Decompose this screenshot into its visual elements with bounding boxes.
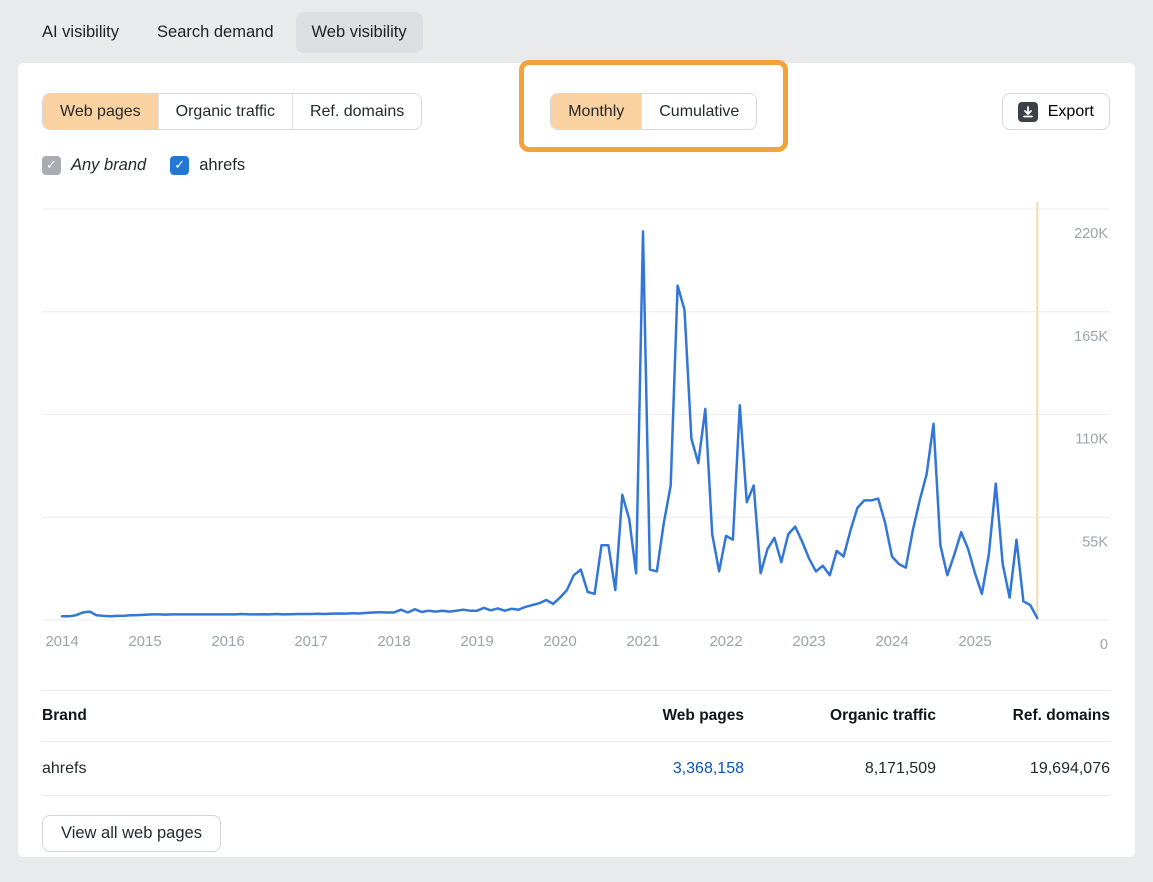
x-axis-tick-label: 2018 [377, 633, 410, 650]
checkbox-icon[interactable]: ✓ [170, 156, 189, 175]
filter-label: ahrefs [199, 156, 245, 175]
top-tab-bar: AI visibilitySearch demandWeb visibility [0, 0, 1153, 63]
x-axis-tick-label: 2017 [294, 633, 327, 650]
filter-ahrefs[interactable]: ✓ ahrefs [170, 156, 245, 175]
mode-segmented-control: MonthlyCumulative [550, 93, 757, 130]
top-tab-search-demand[interactable]: Search demand [141, 12, 290, 53]
x-axis-tick-label: 2020 [543, 633, 576, 650]
download-icon [1018, 102, 1038, 122]
top-tab-web-visibility[interactable]: Web visibility [296, 12, 423, 53]
web-pages-chart: 220K 165K 110K 55K 0 2014 2015 2016 2017 2018 2019… [42, 197, 1110, 662]
export-button[interactable]: Export [1002, 93, 1110, 130]
column-header-organic-traffic: Organic traffic [744, 691, 936, 742]
top-tab-ai-visibility[interactable]: AI visibility [26, 12, 135, 53]
filter-label: Any brand [71, 156, 146, 175]
y-axis-tick-label: 110K [1075, 432, 1108, 448]
view-all-web-pages-button[interactable]: View all web pages [42, 815, 221, 852]
export-label: Export [1048, 103, 1094, 121]
column-header-web-pages: Web pages [559, 691, 744, 742]
segment-monthly[interactable]: Monthly [551, 94, 641, 129]
column-header-ref-domains: Ref. domains [936, 691, 1110, 742]
x-axis-tick-label: 2015 [128, 633, 161, 650]
column-header-brand: Brand [42, 691, 559, 742]
metric-segmented-control: Web pagesOrganic trafficRef. domains [42, 93, 422, 130]
segment-cumulative[interactable]: Cumulative [641, 94, 756, 129]
table-header-row: BrandWeb pagesOrganic trafficRef. domain… [42, 691, 1110, 742]
x-axis-tick-label: 2014 [45, 633, 78, 650]
x-axis-tick-label: 2019 [460, 633, 493, 650]
y-axis-tick-label: 0 [1100, 637, 1108, 653]
web-pages-trend-line [62, 231, 1037, 618]
ref-domains-cell: 19,694,076 [936, 742, 1110, 796]
x-axis-tick-label: 2016 [211, 633, 244, 650]
organic-traffic-cell: 8,171,509 [744, 742, 936, 796]
x-axis-tick-label: 2023 [792, 633, 825, 650]
web-pages-count-link[interactable]: 3,368,158 [673, 760, 744, 777]
x-axis-tick-label: 2025 [958, 633, 991, 650]
web-pages-cell: 3,368,158 [559, 742, 744, 796]
x-axis-tick-label: 2022 [709, 633, 742, 650]
segment-web-pages[interactable]: Web pages [43, 94, 158, 129]
filter-any-brand[interactable]: ✓ Any brand [42, 156, 146, 175]
brand-stats-table: BrandWeb pagesOrganic trafficRef. domain… [42, 690, 1110, 796]
chart-controls-row: Web pagesOrganic trafficRef. domains Mon… [42, 93, 1110, 130]
mode-toggle-wrap: MonthlyCumulative [550, 93, 757, 130]
y-axis-tick-label: 55K [1082, 534, 1108, 550]
brand-cell: ahrefs [42, 742, 559, 796]
checkbox-icon[interactable]: ✓ [42, 156, 61, 175]
y-axis-tick-label: 165K [1074, 329, 1108, 345]
segment-organic-traffic[interactable]: Organic traffic [158, 94, 292, 129]
x-axis-tick-label: 2021 [626, 633, 659, 650]
x-axis-tick-label: 2024 [875, 633, 908, 650]
table-row: ahrefs 3,368,1588,171,50919,694,076 [42, 742, 1110, 796]
segment-ref-domains[interactable]: Ref. domains [292, 94, 421, 129]
y-axis-tick-label: 220K [1074, 226, 1108, 242]
web-visibility-panel: Web pagesOrganic trafficRef. domains Mon… [18, 63, 1135, 857]
line-chart-svg: 220K 165K 110K 55K 0 2014 2015 2016 2017 2018 2019… [42, 197, 1110, 657]
brand-filter-row: ✓ Any brand ✓ ahrefs [42, 152, 1110, 178]
